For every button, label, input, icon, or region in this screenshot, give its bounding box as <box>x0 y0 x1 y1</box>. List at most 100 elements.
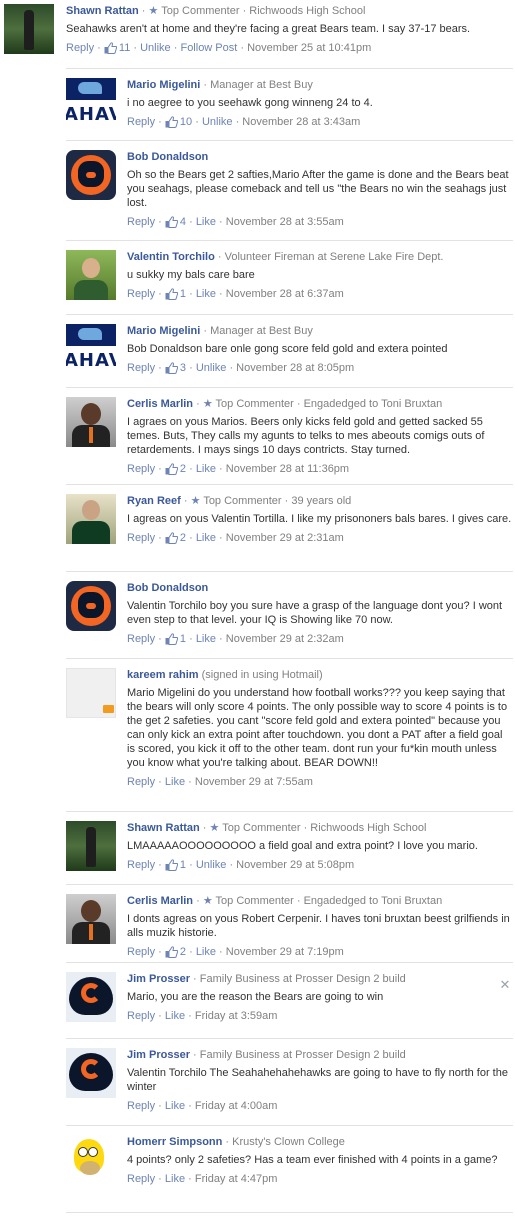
comment-text: u sukky my bals care bare <box>127 269 255 281</box>
commenter-name[interactable]: Mario Migelini <box>127 325 200 337</box>
commenter-name[interactable]: Shawn Rattan <box>127 822 200 834</box>
reply-link[interactable]: Reply <box>127 633 155 645</box>
reply-link[interactable]: Reply <box>127 216 155 228</box>
comment-text: Bob Donaldson bare onle gong score feld … <box>127 343 448 355</box>
avatar[interactable]: AHAV <box>66 78 116 128</box>
separator: · <box>222 1136 233 1148</box>
like-count[interactable]: 11 <box>104 42 130 54</box>
reply-link[interactable]: Reply <box>127 1010 155 1022</box>
comment-divider <box>66 658 513 659</box>
commenter-name[interactable]: Valentin Torchilo <box>127 251 215 263</box>
separator: · <box>155 1100 165 1112</box>
commenter-name[interactable]: Bob Donaldson <box>127 151 208 163</box>
avatar[interactable] <box>66 972 116 1022</box>
reply-link[interactable]: Reply <box>127 1100 155 1112</box>
reply-link[interactable]: Reply <box>127 532 155 544</box>
comment-divider <box>66 484 513 485</box>
timestamp[interactable]: November 29 at 7:19pm <box>226 946 344 958</box>
timestamp[interactable]: November 29 at 5:08pm <box>236 859 354 871</box>
like-count[interactable]: 1 <box>165 633 186 645</box>
avatar[interactable] <box>66 1135 116 1185</box>
avatar[interactable] <box>66 397 116 447</box>
avatar[interactable] <box>66 894 116 944</box>
like-button[interactable]: Like <box>196 288 216 300</box>
comment-text: Valentin Torchilo The Seahahehahehawks a… <box>127 1067 508 1093</box>
avatar[interactable] <box>66 668 116 718</box>
commenter-name[interactable]: Cerlis Marlin <box>127 398 193 410</box>
reply-link[interactable]: Reply <box>127 776 155 788</box>
avatar[interactable] <box>66 150 116 200</box>
like-button[interactable]: Like <box>196 463 216 475</box>
avatar[interactable] <box>66 494 116 544</box>
like-button[interactable]: Unlike <box>202 116 233 128</box>
like-count[interactable]: 2 <box>165 463 186 475</box>
timestamp[interactable]: November 28 at 8:05pm <box>236 362 354 374</box>
timestamp[interactable]: November 29 at 2:32am <box>226 633 344 645</box>
commenter-info: 39 years old <box>291 495 352 507</box>
like-button[interactable]: Like <box>165 776 185 788</box>
thumbs-up-icon <box>165 362 178 374</box>
top-commenter-badge: Top Commenter <box>222 822 301 834</box>
like-button[interactable]: Like <box>196 633 216 645</box>
avatar[interactable] <box>66 250 116 300</box>
commenter-name[interactable]: Cerlis Marlin <box>127 895 193 907</box>
commenter-name[interactable]: Shawn Rattan <box>66 5 139 17</box>
avatar[interactable]: AHAV <box>66 324 116 374</box>
like-count[interactable]: 3 <box>165 362 186 374</box>
comment-header: Bob Donaldson <box>127 150 513 164</box>
timestamp[interactable]: November 28 at 3:55am <box>226 216 344 228</box>
reply-link[interactable]: Reply <box>127 288 155 300</box>
commenter-name[interactable]: kareem rahim <box>127 669 199 681</box>
timestamp[interactable]: November 28 at 11:36pm <box>226 463 349 475</box>
avatar[interactable] <box>66 821 116 871</box>
like-count[interactable]: 10 <box>165 116 192 128</box>
commenter-name[interactable]: Homerr Simpsonn <box>127 1136 222 1148</box>
commenter-name[interactable]: Mario Migelini <box>127 79 200 91</box>
separator: · <box>155 1010 165 1022</box>
like-button[interactable]: Like <box>165 1010 185 1022</box>
commenter-name[interactable]: Jim Prosser <box>127 1049 190 1061</box>
timestamp[interactable]: Friday at 4:00am <box>195 1100 278 1112</box>
timestamp[interactable]: November 28 at 6:37am <box>226 288 344 300</box>
timestamp[interactable]: Friday at 4:47pm <box>195 1173 278 1185</box>
separator: · <box>193 398 203 410</box>
like-button[interactable]: Unlike <box>196 859 227 871</box>
reply-link[interactable]: Reply <box>127 859 155 871</box>
commenter-name[interactable]: Bob Donaldson <box>127 582 208 594</box>
reply-link[interactable]: Reply <box>127 116 155 128</box>
reply-link[interactable]: Reply <box>127 463 155 475</box>
timestamp[interactable]: November 29 at 7:55am <box>195 776 313 788</box>
like-count[interactable]: 1 <box>165 859 186 871</box>
like-button[interactable]: Like <box>196 532 216 544</box>
comment-divider <box>66 1212 513 1213</box>
reply-link[interactable]: Reply <box>127 1173 155 1185</box>
comment-text: i no aegree to you seehawk gong winneng … <box>127 97 373 109</box>
like-count[interactable]: 2 <box>165 532 186 544</box>
timestamp[interactable]: November 28 at 3:43am <box>242 116 360 128</box>
close-icon[interactable]: ✕ <box>499 978 511 991</box>
reply-link[interactable]: Reply <box>127 946 155 958</box>
commenter-name[interactable]: Ryan Reef <box>127 495 181 507</box>
timestamp[interactable]: Friday at 3:59am <box>195 1010 278 1022</box>
timestamp[interactable]: November 25 at 10:41pm <box>247 42 371 54</box>
avatar[interactable] <box>66 581 116 631</box>
avatar[interactable] <box>4 4 54 54</box>
like-button[interactable]: Like <box>196 216 216 228</box>
reply-link[interactable]: Reply <box>66 42 94 54</box>
like-button[interactable]: Unlike <box>140 42 171 54</box>
like-count[interactable]: 1 <box>165 288 186 300</box>
like-count[interactable]: 2 <box>165 946 186 958</box>
comment-text: Mario Migelini do you understand how foo… <box>127 687 508 769</box>
like-button[interactable]: Like <box>165 1173 185 1185</box>
like-count[interactable]: 4 <box>165 216 186 228</box>
avatar[interactable] <box>66 1048 116 1098</box>
like-button[interactable]: Like <box>165 1100 185 1112</box>
comment-actions: Reply · 4 · Like · November 28 at 3:55am <box>127 215 513 229</box>
timestamp[interactable]: November 29 at 2:31am <box>226 532 344 544</box>
like-button[interactable]: Like <box>196 946 216 958</box>
reply-link[interactable]: Reply <box>127 362 155 374</box>
separator: · <box>186 633 196 645</box>
commenter-name[interactable]: Jim Prosser <box>127 973 190 985</box>
like-button[interactable]: Unlike <box>196 362 227 374</box>
follow-post-link[interactable]: Follow Post <box>180 42 237 54</box>
